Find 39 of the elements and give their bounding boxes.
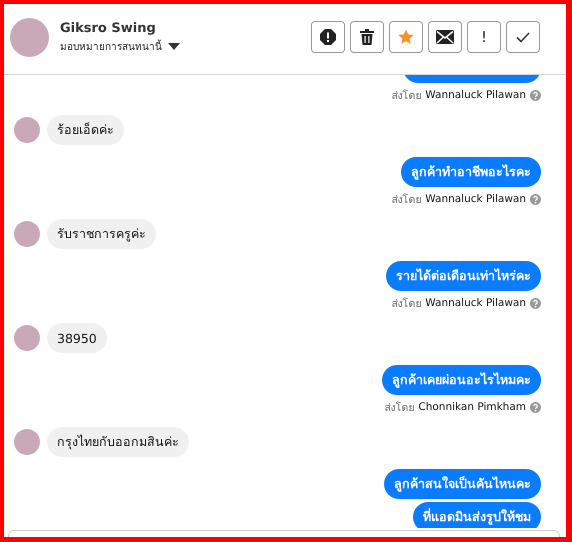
action-button[interactable]: [506, 21, 540, 53]
sent-by-label: ส่งโดย: [391, 296, 422, 312]
message-bubble: ร้อยเอ็ดค่ะ: [47, 115, 124, 145]
help-icon: [530, 402, 541, 412]
action-button[interactable]: [311, 21, 345, 53]
sender-name: Wannaluck Pilawan: [425, 89, 526, 101]
message-bubble: ลูกค้าสนใจเป็นคันไหนคะ: [384, 469, 541, 499]
message-bubble: ลูกค้าเคยผ่อนอะไรไหมคะ: [382, 365, 541, 395]
check-icon: [516, 32, 530, 42]
message-bubble: รับราชการครูค่ะ: [47, 219, 156, 249]
star-icon: [398, 29, 414, 45]
trash-icon: [360, 29, 374, 45]
message-bubble: ที่แอดมินส่งรูปให้ชม: [413, 502, 541, 528]
help-icon: [530, 194, 541, 204]
sender-name: Wannaluck Pilawan: [425, 297, 526, 309]
action-button[interactable]: [428, 21, 462, 53]
caret-icon: [168, 42, 180, 50]
action-button[interactable]: !: [467, 21, 501, 53]
avatar: [14, 429, 40, 455]
mail-icon: [436, 30, 454, 44]
action-button[interactable]: [350, 21, 384, 53]
assign-dropdown[interactable]: มอบหมายการสนทนานี้: [60, 38, 180, 54]
help-icon: [530, 90, 541, 100]
avatar: [14, 221, 40, 247]
sender-name: Wannaluck Pilawan: [425, 193, 526, 205]
sent-by-label: ส่งโดย: [384, 400, 414, 416]
avatar: [14, 325, 40, 351]
sent-by-label: ส่งโดย: [391, 192, 422, 208]
help-icon: [530, 298, 541, 308]
alert-icon: [320, 29, 336, 45]
contact-name: Giksro Swing: [60, 20, 157, 36]
message-bubble: กรุงไทยกับออกมสินค่ะ: [47, 427, 189, 457]
message-bubble: 38950: [47, 323, 107, 353]
message-bubble: ลูกค้าทำอาชีพอะไรคะ: [401, 157, 541, 187]
sender-name: Chonnikan Pimkham: [418, 401, 526, 413]
avatar: [14, 117, 40, 143]
sent-by-label: ส่งโดย: [391, 88, 422, 104]
message-bubble: รายได้ต่อเดือนเท่าไหร่คะ: [386, 261, 541, 291]
avatar: [10, 18, 49, 56]
